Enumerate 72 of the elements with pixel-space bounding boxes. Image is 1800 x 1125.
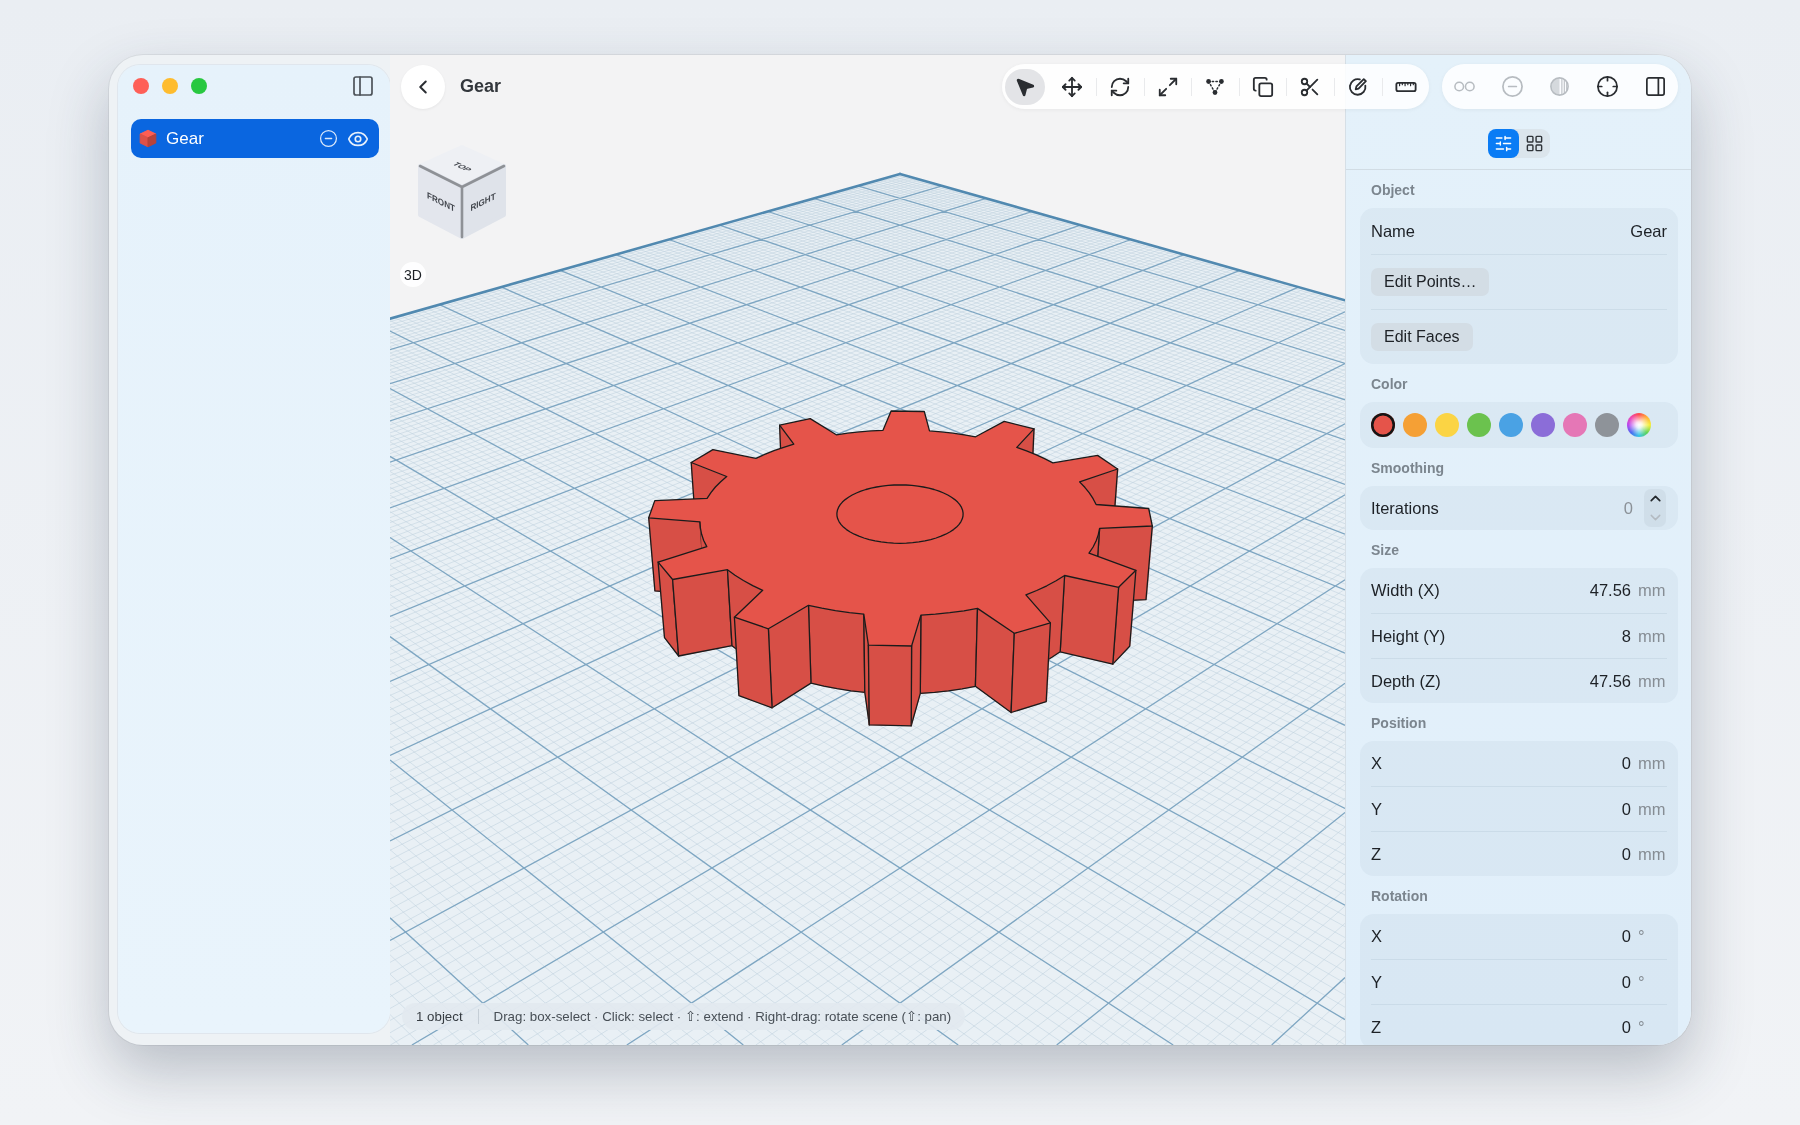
- color-swatch[interactable]: [1563, 413, 1587, 437]
- property-value: 0: [1621, 754, 1631, 773]
- color-swatch[interactable]: [1467, 413, 1491, 437]
- section-title: Color: [1370, 375, 1409, 394]
- property-value: 47.56: [1589, 671, 1631, 691]
- property-value: Gear: [1630, 221, 1667, 241]
- property-label: Iterations: [1371, 498, 1440, 518]
- property-label: Z: [1371, 1017, 1383, 1037]
- pencil-circle-icon: [1347, 75, 1370, 98]
- color-swatch[interactable]: [1595, 413, 1619, 437]
- minus-circle-icon: [1500, 75, 1524, 98]
- unit-label: mm: [1638, 844, 1667, 864]
- cube-face-label[interactable]: RIGHT: [470, 190, 496, 214]
- gear-drawing[interactable]: [648, 410, 1153, 727]
- property-label: X: [1371, 754, 1383, 773]
- property-value: 47.56: [1589, 581, 1631, 600]
- view-mode-button[interactable]: 3D: [400, 262, 426, 287]
- property-value: 0: [1621, 972, 1631, 992]
- unit-label: °: [1638, 972, 1646, 992]
- color-swatch[interactable]: [1435, 413, 1459, 437]
- color-swatch[interactable]: [1499, 413, 1523, 437]
- property-value: 0: [1621, 1017, 1631, 1037]
- object-list-item[interactable]: Gear: [131, 119, 379, 158]
- hint-text: Drag: box-select · Click: select · ⇧: extend · Right-drag: rotate scene (⇧: pan): [493, 1009, 952, 1024]
- color-picker-swatch[interactable]: [1627, 413, 1651, 437]
- section-title: Smoothing: [1370, 459, 1446, 478]
- move-arrows-icon: [1061, 75, 1084, 98]
- grid-icon: [1524, 134, 1544, 153]
- section-title: Object: [1370, 181, 1416, 200]
- property-label: X: [1371, 927, 1383, 946]
- sliders-icon: [1493, 134, 1513, 153]
- unit-label: mm: [1638, 671, 1667, 691]
- cube-icon: [139, 129, 157, 148]
- property-value: 8: [1621, 626, 1631, 646]
- edit-button[interactable]: Edit Points…: [1371, 268, 1490, 296]
- unit-label: mm: [1638, 581, 1667, 600]
- half-circle-icon: [1548, 75, 1572, 98]
- unit-label: mm: [1638, 626, 1667, 646]
- stepper-value: 0: [1623, 498, 1633, 518]
- object-count: 1 object: [416, 1009, 463, 1024]
- unit-label: °: [1638, 927, 1646, 946]
- select-tool-button[interactable]: [1004, 68, 1045, 105]
- property-value: 0: [1621, 799, 1631, 819]
- unit-label: mm: [1638, 754, 1667, 773]
- property-label: Y: [1371, 972, 1383, 992]
- minus-circle-icon[interactable]: [319, 129, 338, 148]
- diagonal-arrows-icon: [1156, 75, 1179, 98]
- rotate-arrows-icon: [1109, 75, 1132, 98]
- property-label: Name: [1371, 221, 1416, 241]
- section-title: Rotation: [1370, 887, 1429, 906]
- property-value: 0: [1621, 927, 1631, 946]
- cube-face-label[interactable]: TOP: [450, 161, 474, 173]
- property-label: Width (X): [1371, 581, 1441, 600]
- property-label: Height (Y): [1371, 626, 1447, 646]
- color-swatch[interactable]: [1371, 413, 1395, 437]
- color-swatch[interactable]: [1403, 413, 1427, 437]
- section-title: Size: [1370, 541, 1400, 560]
- sidebar-toggle-icon[interactable]: [351, 74, 375, 98]
- document-title: Gear: [460, 76, 502, 97]
- unit-label: °: [1638, 1017, 1646, 1037]
- property-label: Y: [1371, 799, 1383, 819]
- color-swatch[interactable]: [1531, 413, 1555, 437]
- property-label: Depth (Z): [1371, 671, 1442, 691]
- property-value: 0: [1621, 844, 1631, 864]
- crosshair-icon: [1595, 75, 1619, 98]
- edit-button[interactable]: Edit Faces: [1371, 323, 1473, 351]
- property-label: Z: [1371, 844, 1383, 864]
- section-title: Position: [1370, 714, 1428, 733]
- unit-label: mm: [1638, 799, 1667, 819]
- panel-right-icon: [1643, 75, 1667, 98]
- copy-icon: [1251, 75, 1274, 98]
- close-button[interactable]: [133, 78, 149, 94]
